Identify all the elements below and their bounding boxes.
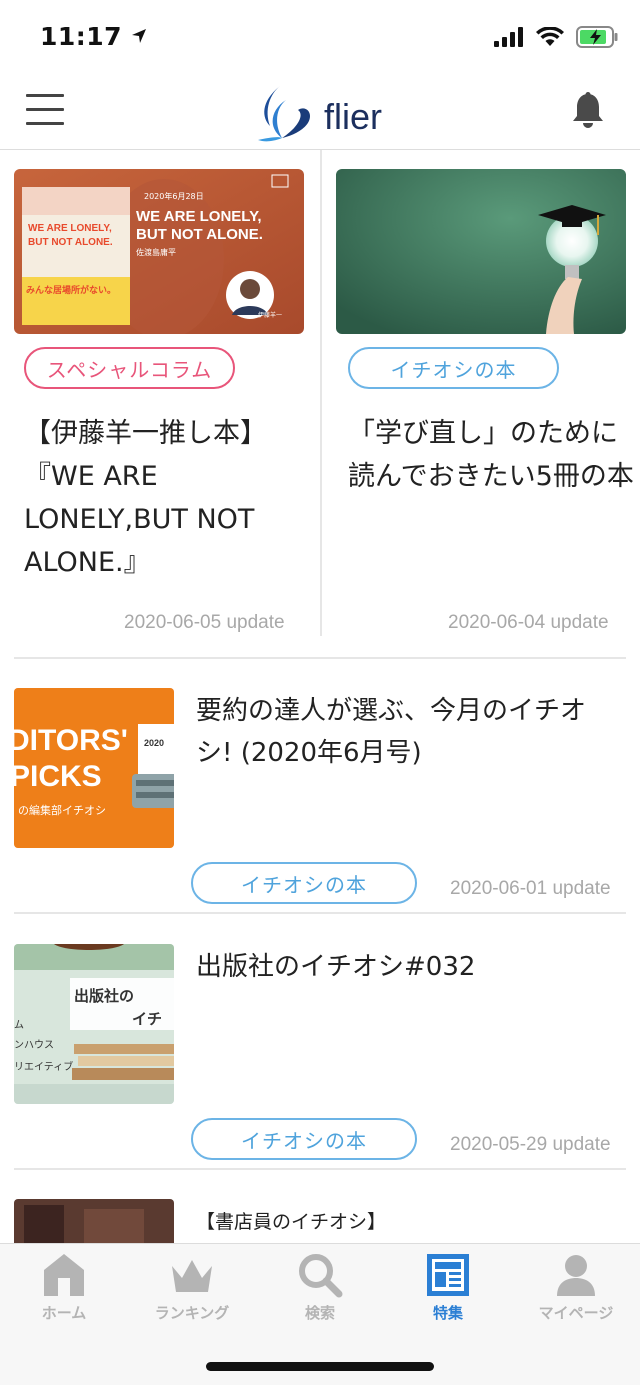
svg-text:WE ARE LONELY,: WE ARE LONELY, <box>28 223 112 234</box>
tag-recommended-book[interactable]: イチオシの本 <box>191 862 417 904</box>
thumb-bookstore-picks <box>14 1199 174 1243</box>
tab-mypage[interactable]: マイページ <box>512 1252 640 1342</box>
divider <box>14 657 626 659</box>
tab-label: ランキング <box>154 1304 230 1322</box>
status-bar: 11:17 <box>0 0 640 76</box>
thumb-publisher-picks: 出版社の イチ ム ンハウス リエイティブ <box>14 944 174 1104</box>
divider <box>14 912 626 914</box>
update-date: 2020-06-04 update <box>448 612 609 633</box>
feature-icon <box>427 1254 469 1296</box>
tab-home[interactable]: ホーム <box>0 1252 128 1342</box>
tag-recommended-book[interactable]: イチオシの本 <box>348 347 559 389</box>
flier-logo-mark <box>258 86 310 142</box>
tab-search[interactable]: 検索 <box>256 1252 384 1342</box>
flier-logo: flier <box>252 80 382 146</box>
featured-image-lonely: WE ARE LONELY, BUT NOT ALONE. みんな居場所がない。… <box>14 169 304 334</box>
svg-text:伊藤羊一: 伊藤羊一 <box>258 311 282 319</box>
svg-text:みんな居場所がない。: みんな居場所がない。 <box>26 284 116 296</box>
tab-label: マイページ <box>538 1304 614 1322</box>
search-icon <box>299 1254 343 1298</box>
list-item-title[interactable]: 【書店員のイチオシ】 <box>196 1201 616 1243</box>
location-arrow-icon <box>132 29 147 43</box>
status-indicators <box>494 26 618 48</box>
svg-text:ンハウス: ンハウス <box>14 1039 54 1051</box>
featured-card-special-column[interactable]: WE ARE LONELY, BUT NOT ALONE. みんな居場所がない。… <box>0 150 320 640</box>
menu-button[interactable] <box>26 94 64 128</box>
svg-text:2020年6月28日: 2020年6月28日 <box>144 191 204 201</box>
featured-image-lightbulb <box>336 169 626 334</box>
svg-text:ム: ム <box>14 1019 24 1031</box>
svg-text:BUT NOT ALONE.: BUT NOT ALONE. <box>28 237 113 248</box>
status-time: 11:17 <box>40 22 147 51</box>
tab-label: 特集 <box>432 1304 463 1322</box>
featured-title[interactable]: 「学び直し」のために読んでおきたい5冊の本 <box>348 412 638 498</box>
featured-title[interactable]: 【伊藤羊一推し本】『WE ARE LONELY,BUT NOT ALONE.』 <box>24 412 314 584</box>
list-item[interactable]: DITORS' PICKS の編集部イチオシ 2020 要約の達人が選ぶ、今月の… <box>0 688 640 912</box>
thumb-editors-picks: DITORS' PICKS の編集部イチオシ 2020 <box>14 688 174 848</box>
cellular-signal-icon <box>494 27 523 47</box>
notification-button[interactable] <box>568 90 608 134</box>
update-date: 2020-06-01 update <box>450 878 611 899</box>
home-icon <box>44 1254 84 1296</box>
battery-charging-icon <box>576 26 618 48</box>
list-item-title[interactable]: 出版社のイチオシ#032 <box>196 946 616 988</box>
svg-text:佐渡島庸平: 佐渡島庸平 <box>136 247 176 257</box>
featured-card-recommended[interactable]: イチオシの本 「学び直し」のために読んでおきたい5冊の本 2020-06-04 … <box>320 150 640 636</box>
hamburger-icon <box>26 94 64 97</box>
update-date: 2020-05-29 update <box>450 1134 611 1155</box>
tag-special-column[interactable]: スペシャルコラム <box>24 347 235 389</box>
svg-text:WE ARE LONELY,: WE ARE LONELY, <box>136 208 262 225</box>
update-date: 2020-06-05 update <box>124 612 285 633</box>
svg-text:2020: 2020 <box>144 738 164 748</box>
svg-text:リエイティブ: リエイティブ <box>14 1060 73 1073</box>
svg-text:PICKS: PICKS <box>14 760 102 793</box>
list-item-title[interactable]: 要約の達人が選ぶ、今月のイチオシ! (2020年6月号) <box>196 690 616 774</box>
divider <box>14 1168 626 1170</box>
list-item[interactable]: 出版社の イチ ム ンハウス リエイティブ 出版社のイチオシ#032 イチオシの… <box>0 944 640 1168</box>
home-indicator[interactable] <box>206 1362 434 1371</box>
wifi-icon <box>536 27 564 46</box>
tab-label: 検索 <box>304 1304 335 1322</box>
crown-icon <box>172 1260 212 1292</box>
tab-label: ホーム <box>41 1304 87 1322</box>
svg-text:の編集部イチオシ: の編集部イチオシ <box>18 803 106 817</box>
bell-icon <box>573 92 603 128</box>
nav-bar: flier <box>0 76 640 150</box>
svg-text:出版社の: 出版社の <box>74 987 134 1005</box>
person-icon <box>557 1255 595 1296</box>
logo-text: flier <box>324 96 383 137</box>
tag-recommended-book[interactable]: イチオシの本 <box>191 1118 417 1160</box>
svg-text:BUT NOT ALONE.: BUT NOT ALONE. <box>136 226 263 243</box>
list-item[interactable]: 【書店員のイチオシ】 <box>0 1199 640 1243</box>
svg-text:イチ: イチ <box>132 1010 162 1028</box>
featured-section: WE ARE LONELY, BUT NOT ALONE. みんな居場所がない。… <box>0 150 640 658</box>
svg-text:DITORS': DITORS' <box>14 724 128 757</box>
tab-feature[interactable]: 特集 <box>384 1252 512 1342</box>
tab-ranking[interactable]: ランキング <box>128 1252 256 1342</box>
